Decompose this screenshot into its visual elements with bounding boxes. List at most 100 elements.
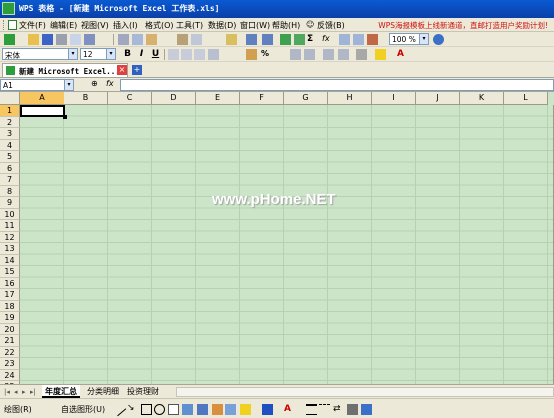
clipart-icon[interactable] [212,404,223,415]
menu-data[interactable]: 数据(D) [208,20,236,31]
function-icon[interactable]: fx [322,34,333,45]
menu-tools[interactable]: 工具(T) [176,20,203,31]
diagram-icon[interactable] [197,404,208,415]
new-icon[interactable] [4,34,15,45]
row-header[interactable]: 24 [0,369,20,381]
row-header[interactable]: 19 [0,312,20,324]
outdent-icon[interactable] [323,49,334,60]
column-header[interactable]: F [240,92,284,105]
fill-handle[interactable] [63,115,67,119]
copy-icon[interactable] [132,34,143,45]
feedback-icon[interactable]: ☺ [306,20,314,29]
print-icon[interactable] [56,34,67,45]
paste-icon[interactable] [146,34,157,45]
spellcheck-icon[interactable] [84,34,95,45]
prev-sheet-icon[interactable]: ◂ [14,388,18,396]
row-header[interactable]: 20 [0,323,20,335]
font-color-icon[interactable]: A [284,404,295,415]
close-icon[interactable]: × [117,65,127,75]
align-right-icon[interactable] [194,49,205,60]
row-header[interactable]: 4 [0,139,20,151]
column-header[interactable]: L [504,92,548,105]
fill-color-icon[interactable] [375,49,386,60]
cut-icon[interactable] [118,34,129,45]
font-name-select[interactable]: 宋体 ▾ [2,48,78,60]
row-header[interactable]: 1 [0,105,20,117]
italic-button[interactable]: I [136,49,147,60]
3d-icon[interactable] [361,404,372,415]
currency-icon[interactable] [246,49,257,60]
redo-icon[interactable] [262,34,273,45]
column-header[interactable]: A [20,92,65,105]
menu-window[interactable]: 窗口(W) [240,20,270,31]
format-painter-icon[interactable] [177,34,188,45]
save-icon[interactable] [42,34,53,45]
sort-desc-icon[interactable] [353,34,364,45]
column-header[interactable]: H [328,92,372,105]
bold-button[interactable]: B [122,49,133,60]
row-header[interactable]: 12 [0,231,20,243]
add-tab-icon[interactable]: + [132,65,142,75]
row-header[interactable]: 9 [0,197,20,209]
shadow-icon[interactable] [347,404,358,415]
column-header[interactable]: J [416,92,460,105]
open-icon[interactable] [28,34,39,45]
row-header[interactable]: 2 [0,116,20,128]
row-header[interactable]: 11 [0,220,20,232]
menu-edit[interactable]: 编辑(E) [50,20,77,31]
zoom-select[interactable]: 100 % ▾ [389,33,429,45]
line-icon[interactable] [110,400,127,417]
column-header[interactable]: E [196,92,240,105]
chart-icon[interactable] [367,34,378,45]
arrow-icon[interactable]: ↘ [127,403,138,414]
row-header[interactable]: 16 [0,277,20,289]
row-header[interactable]: 8 [0,185,20,197]
sort-asc-icon[interactable] [339,34,350,45]
name-box[interactable]: A1 ▾ [0,79,74,91]
merge-center-icon[interactable] [208,49,219,60]
font-color-icon[interactable]: A [397,49,408,60]
rectangle-icon[interactable] [141,404,152,415]
select-all-corner[interactable] [0,92,20,105]
underline-button[interactable]: U [150,49,161,60]
sheet-tab-category-detail[interactable]: 分类明细 [84,385,122,398]
menu-format[interactable]: 格式(O) [145,20,174,31]
indent-icon[interactable] [338,49,349,60]
menu-insert[interactable]: 插入(I) [113,20,138,31]
percent-icon[interactable]: % [261,49,272,60]
row-header[interactable]: 5 [0,151,20,163]
align-left-icon[interactable] [168,49,179,60]
row-header[interactable]: 10 [0,208,20,220]
row-header[interactable]: 13 [0,243,20,255]
row-header[interactable]: 22 [0,346,20,358]
draw-menu-button[interactable]: 绘图(R) [4,404,32,415]
refresh-icon[interactable] [294,34,305,45]
active-cell[interactable] [20,105,65,117]
column-header[interactable]: G [284,92,328,105]
column-header[interactable]: C [108,92,152,105]
document-tab[interactable]: 新建 Microsoft Excel... [2,63,128,77]
undo-icon[interactable] [246,34,257,45]
row-header[interactable]: 15 [0,266,20,278]
arrow-style-icon[interactable]: ⇄ [333,404,344,415]
horizontal-scrollbar[interactable] [176,387,554,397]
sheet-tab-investment[interactable]: 投资理财 [124,385,162,398]
wordart-icon[interactable] [182,404,193,415]
clear-icon[interactable] [191,34,202,45]
zoom-formula-icon[interactable]: ⊕ [91,79,98,88]
picture-icon[interactable] [225,404,236,415]
hyperlink-icon[interactable] [280,34,291,45]
line-color-icon[interactable] [262,404,273,415]
textbox-icon[interactable] [168,404,179,415]
font-size-select[interactable]: 12 ▾ [80,48,116,60]
first-sheet-icon[interactable]: |◂ [4,388,10,396]
line-style-icon[interactable] [306,404,317,415]
sum-icon[interactable]: Σ [307,34,318,45]
row-header[interactable]: 3 [0,128,20,140]
promo-link[interactable]: WPS海报模板上线新通道，直邮打造用户奖励计划! [378,20,548,31]
autoshapes-button[interactable]: 自选图形(U) [61,404,105,415]
menu-feedback[interactable]: 反馈(B) [317,20,345,31]
brush-icon[interactable] [226,34,237,45]
column-header[interactable]: B [64,92,108,105]
menu-view[interactable]: 视图(V) [81,20,109,31]
